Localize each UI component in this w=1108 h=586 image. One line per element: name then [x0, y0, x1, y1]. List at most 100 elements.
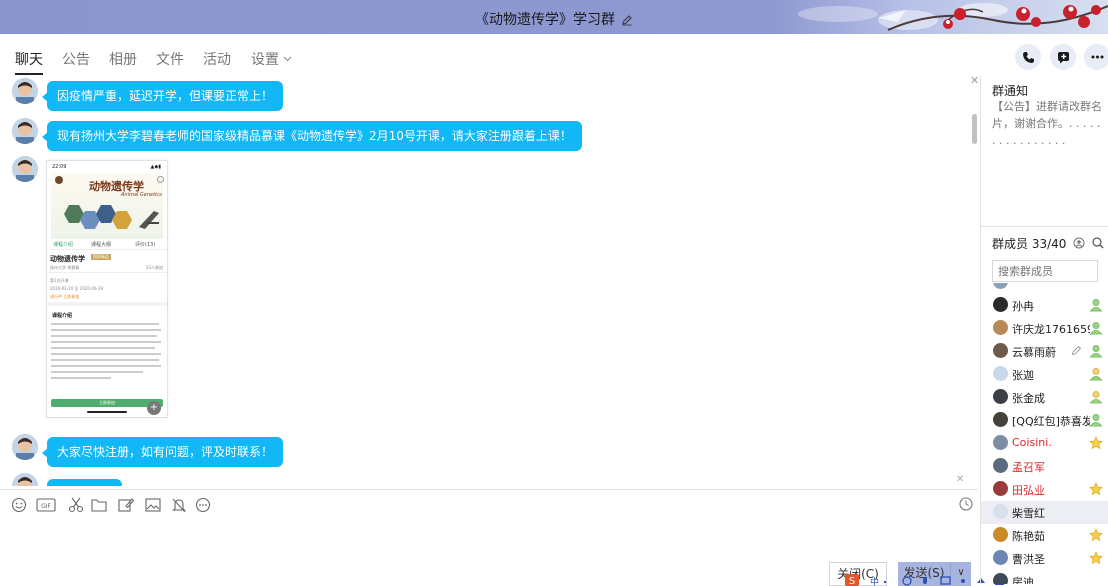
tab-chat[interactable]: 聊天 [15, 49, 43, 75]
member-item[interactable]: 张金成 [981, 386, 1108, 409]
avatar[interactable] [12, 118, 38, 144]
tab-files[interactable]: 文件 [156, 49, 184, 69]
chat-area[interactable]: ✕ 因疫情严重，延迟开学，但课要正常上！ 现有扬州大学李碧春老师的国家级精品慕课… [0, 76, 978, 486]
course-status: 进行中 立即参加 [50, 294, 80, 299]
member-item[interactable]: 陈艳茹 [981, 524, 1108, 547]
text-line [51, 353, 161, 355]
star-icon [1089, 551, 1103, 565]
avatar [993, 481, 1008, 496]
text-line [51, 323, 159, 325]
message-bubble[interactable]: 大家尽快注册，如有问题，评及时联系！ [41, 437, 284, 467]
course-dates: 2020-02-10 至 2020-06-29 [50, 286, 104, 291]
university-logo [55, 176, 63, 184]
member-item[interactable]: 曹洪圣 [981, 547, 1108, 570]
tab-announcement[interactable]: 公告 [62, 49, 90, 69]
close-icon[interactable]: ✕ [970, 76, 978, 87]
zoom-in-icon[interactable]: + [147, 401, 161, 415]
text-line [51, 347, 155, 349]
snow-branch-decoration [798, 3, 1108, 31]
avatar [993, 389, 1008, 404]
clock-icon[interactable] [958, 496, 974, 512]
star-icon [1089, 482, 1103, 496]
chat-scrollbar[interactable] [972, 114, 977, 144]
member-name: [QQ红包]恭喜发 [1012, 415, 1090, 428]
search-icon[interactable] [1092, 237, 1104, 249]
member-name: 陈艳茹 [1012, 530, 1045, 543]
avatar[interactable] [12, 156, 38, 182]
member-name: 柴雪红 [1012, 507, 1045, 520]
avatar [993, 458, 1008, 473]
avatar[interactable] [12, 434, 38, 460]
member-item[interactable]: Coisini. [981, 432, 1108, 455]
admin-user-icon [1089, 299, 1103, 312]
admin-user-icon [1089, 391, 1103, 404]
image-edit-icon[interactable] [117, 496, 135, 514]
avatar [993, 343, 1008, 358]
avatar [993, 504, 1008, 519]
more-circle-icon[interactable] [194, 496, 212, 514]
admin-user-icon [1089, 368, 1103, 381]
member-name: 田弘业 [1012, 484, 1045, 497]
tab-bar: 聊天 公告 相册 文件 活动 设置 [0, 34, 1108, 78]
avatar [993, 573, 1008, 584]
emoji-icon[interactable] [10, 496, 28, 514]
input-divider [0, 489, 978, 490]
gif-icon[interactable]: GIF [36, 496, 56, 514]
picture-icon[interactable] [144, 496, 162, 514]
member-item[interactable]: 张迦 [981, 363, 1108, 386]
phone-signal-icon: ▲◆▮ [150, 164, 161, 170]
tab-activities[interactable]: 活动 [203, 49, 231, 69]
share-icon [157, 176, 164, 183]
avatar [993, 412, 1008, 427]
chevron-down-icon[interactable]: ✕ [956, 474, 964, 485]
member-item[interactable]: 孟召军 [981, 455, 1108, 478]
pencil-icon[interactable] [1071, 345, 1082, 356]
phone-status-time: 22:09 [52, 164, 67, 170]
course-term: 第1次开课 [50, 278, 69, 283]
notice-text[interactable]: 【公告】进群请改群名片，谢谢合作。. . . . . . . . . . . .… [992, 98, 1104, 149]
phone-icon[interactable] [1015, 44, 1041, 70]
bell-icon[interactable] [170, 496, 188, 514]
divider [47, 302, 167, 306]
tab-settings-label: 设置 [251, 52, 279, 68]
member-item[interactable]: 云慕雨蔚 [981, 340, 1108, 363]
add-app-icon[interactable] [1050, 44, 1076, 70]
member-item[interactable]: 孙冉 [981, 294, 1108, 317]
tab-settings[interactable]: 设置 [251, 49, 292, 69]
window-title: 《动物遗传学》学习群 [475, 12, 615, 28]
course-section-title: 课程介绍 [52, 313, 73, 319]
course-banner-subtitle: Animal Genetics [121, 192, 162, 198]
text-line [51, 371, 143, 373]
avatar[interactable] [12, 473, 38, 486]
avatar [993, 297, 1008, 312]
more-icon[interactable] [1084, 44, 1108, 70]
message-bubble[interactable]: 因疫情严重，延迟开学，但课要正常上！ [41, 81, 284, 111]
invite-member-icon[interactable] [1073, 237, 1085, 249]
member-item[interactable]: 田弘业 [981, 478, 1108, 501]
notice-title: 群通知 [992, 84, 1029, 98]
course-screenshot-image[interactable]: 22:09 ▲◆▮ 动物遗传学 Animal Genetics 课程介绍 课程大… [46, 160, 168, 418]
member-name: 孟召军 [1012, 461, 1045, 474]
member-item[interactable]: 许庆龙1761659 [981, 317, 1108, 340]
avatar [993, 366, 1008, 381]
message-bubble[interactable]: 现有扬州大学李碧春老师的国家级精品慕课《动物遗传学》2月10号开课，请大家注册跟… [42, 121, 582, 151]
text-line [51, 329, 161, 331]
tab-album[interactable]: 相册 [109, 49, 137, 69]
scissors-icon[interactable] [67, 496, 85, 514]
member-item[interactable]: [QQ红包]恭喜发 [981, 409, 1108, 432]
avatar [993, 283, 1008, 289]
folder-icon[interactable] [90, 496, 108, 514]
home-indicator [87, 411, 127, 413]
member-name: 许庆龙1761659 [1012, 323, 1090, 336]
member-item[interactable]: 柴雪红 [981, 501, 1108, 524]
member-list[interactable]: · · · · · 孙冉 许庆龙1761659 云慕雨蔚 张迦 张金成 [981, 283, 1108, 584]
avatar[interactable] [12, 78, 38, 104]
pencil-icon[interactable] [621, 14, 633, 30]
member-item[interactable]: 房迪 [981, 570, 1108, 584]
course-tab-intro: 课程介绍 [53, 242, 74, 248]
member-item[interactable]: · · · · · [981, 283, 1108, 294]
message-bubble[interactable] [47, 479, 122, 486]
course-school: 扬州大学 李碧春 [50, 265, 80, 270]
member-search-input[interactable] [992, 260, 1098, 282]
course-badge: 国家精品 [91, 254, 111, 260]
